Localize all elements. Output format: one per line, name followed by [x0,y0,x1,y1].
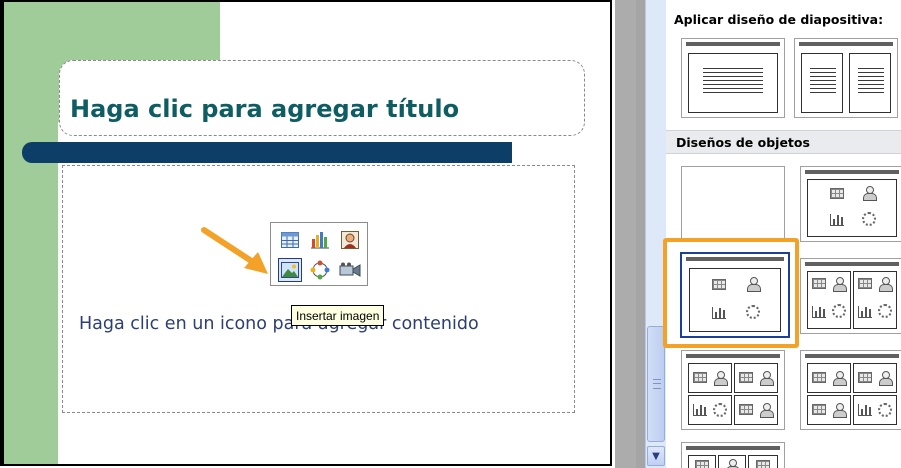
layout-title-bar [686,42,780,46]
text-lines-icon [810,68,836,94]
clipart-icon[interactable] [338,228,362,252]
slide-green-left-stripe [4,2,58,464]
task-pane-scrollbar[interactable]: ▼ [645,0,666,468]
text-lines-icon [703,68,763,94]
layout-frame [688,455,716,468]
mini-clipart-icon [878,277,893,292]
mini-table-icon [830,188,844,199]
slide-layout-task-pane: Aplicar diseño de diapositiva: Diseños d… [666,0,901,468]
layout-bottom-left-frame [807,395,851,425]
layout-frame [718,455,746,468]
layout-thumb-four-content-right[interactable] [800,350,901,430]
mini-chart-icon [858,306,872,318]
mini-table-icon [812,404,826,415]
text-lines-icon [858,68,884,94]
layout-top-left-frame [688,363,732,393]
layout-thumb-title-and-text[interactable] [681,38,785,118]
layout-right-frame [849,53,891,113]
table-icon[interactable] [278,228,302,252]
apply-layout-header: Aplicar diseño de diapositiva: [666,10,901,34]
mini-diagram-icon [832,304,846,318]
mini-chart-icon [693,404,707,416]
mini-table-icon [695,460,709,468]
apply-layout-header-text: Aplicar diseño de diapositiva: [674,12,884,27]
mini-table-icon [858,372,872,383]
layout-top-left-frame [807,363,851,393]
picture-icon[interactable] [278,258,302,282]
layout-body-frame [807,179,897,237]
mini-clipart-icon [832,277,847,292]
objects-layout-header-text: Diseños de objetos [676,135,810,150]
mini-clipart-icon [725,459,740,468]
layout-bottom-left-frame [688,395,732,425]
mini-diagram-icon [878,304,892,318]
content-placeholder-text: Haga clic en un icono para agregar conte… [79,314,479,334]
highlight-arrow-icon [201,227,268,274]
mini-clipart-icon [759,403,774,418]
content-placeholder[interactable]: Haga clic en un icono para agregar conte… [62,165,575,413]
objects-layout-header: Diseños de objetos [666,130,901,154]
layout-thumb-content[interactable] [800,166,901,242]
scrollbar-grip-icon [653,379,661,389]
content-icon-palette [270,222,368,286]
layout-bottom-right-frame [734,395,778,425]
mini-diagram-icon [862,212,876,226]
mini-table-icon [756,460,770,468]
layout-top-right-frame [734,363,778,393]
mini-clipart-icon [832,403,847,418]
mini-clipart-icon [878,371,893,386]
title-placeholder[interactable]: Haga clic para agregar título [59,60,585,136]
mini-table-icon [739,372,753,383]
layout-title-bar [805,170,899,174]
workspace-gap-inner [615,0,636,468]
layout-right-frame [853,271,897,329]
slide-editing-area: Haga clic para agregar título Haga clic … [0,0,615,468]
slide-canvas[interactable]: Haga clic para agregar título Haga clic … [0,0,612,466]
layout-title-bar [805,262,899,266]
layout-top-right-frame [853,363,897,393]
layout-frame [748,455,778,468]
layout-bottom-right-frame [853,395,897,425]
diagram-icon[interactable] [308,258,332,282]
mini-table-icon [812,372,826,383]
mini-chart-icon [812,306,826,318]
layout-thumb-partial[interactable] [681,442,785,468]
title-placeholder-text: Haga clic para agregar título [70,95,460,123]
scroll-down-button[interactable]: ▼ [647,446,665,466]
layout-thumb-title-and-two-columns[interactable] [794,38,898,118]
layout-left-frame [801,53,843,113]
layout-title-bar [799,42,893,46]
mini-clipart-icon [832,371,847,386]
mini-table-icon [858,278,872,289]
selected-layout-highlight [663,238,799,348]
layout-left-frame [807,271,851,329]
mini-clipart-icon [713,371,728,386]
layout-title-bar [805,354,899,358]
mini-clipart-icon [862,186,877,201]
mini-diagram-icon [713,403,727,417]
layout-thumb-blank[interactable] [681,166,785,242]
mini-table-icon [693,372,707,383]
layout-body-frame [688,53,778,113]
slide-decorative-bar [22,142,512,163]
layout-title-bar [686,446,780,450]
mini-table-icon [739,404,753,415]
mini-chart-icon [830,214,844,226]
media-clip-icon[interactable] [338,258,362,282]
chevron-down-icon: ▼ [652,450,660,462]
layout-title-bar [686,354,780,358]
mini-table-icon [812,278,826,289]
mini-clipart-icon [759,371,774,386]
chart-icon[interactable] [308,228,332,252]
layout-thumb-four-content-left[interactable] [681,350,785,430]
mini-diagram-icon [878,403,892,417]
mini-chart-icon [858,404,872,416]
layout-thumb-title-and-four-content[interactable] [800,258,901,334]
tooltip: Insertar imagen [291,305,385,326]
